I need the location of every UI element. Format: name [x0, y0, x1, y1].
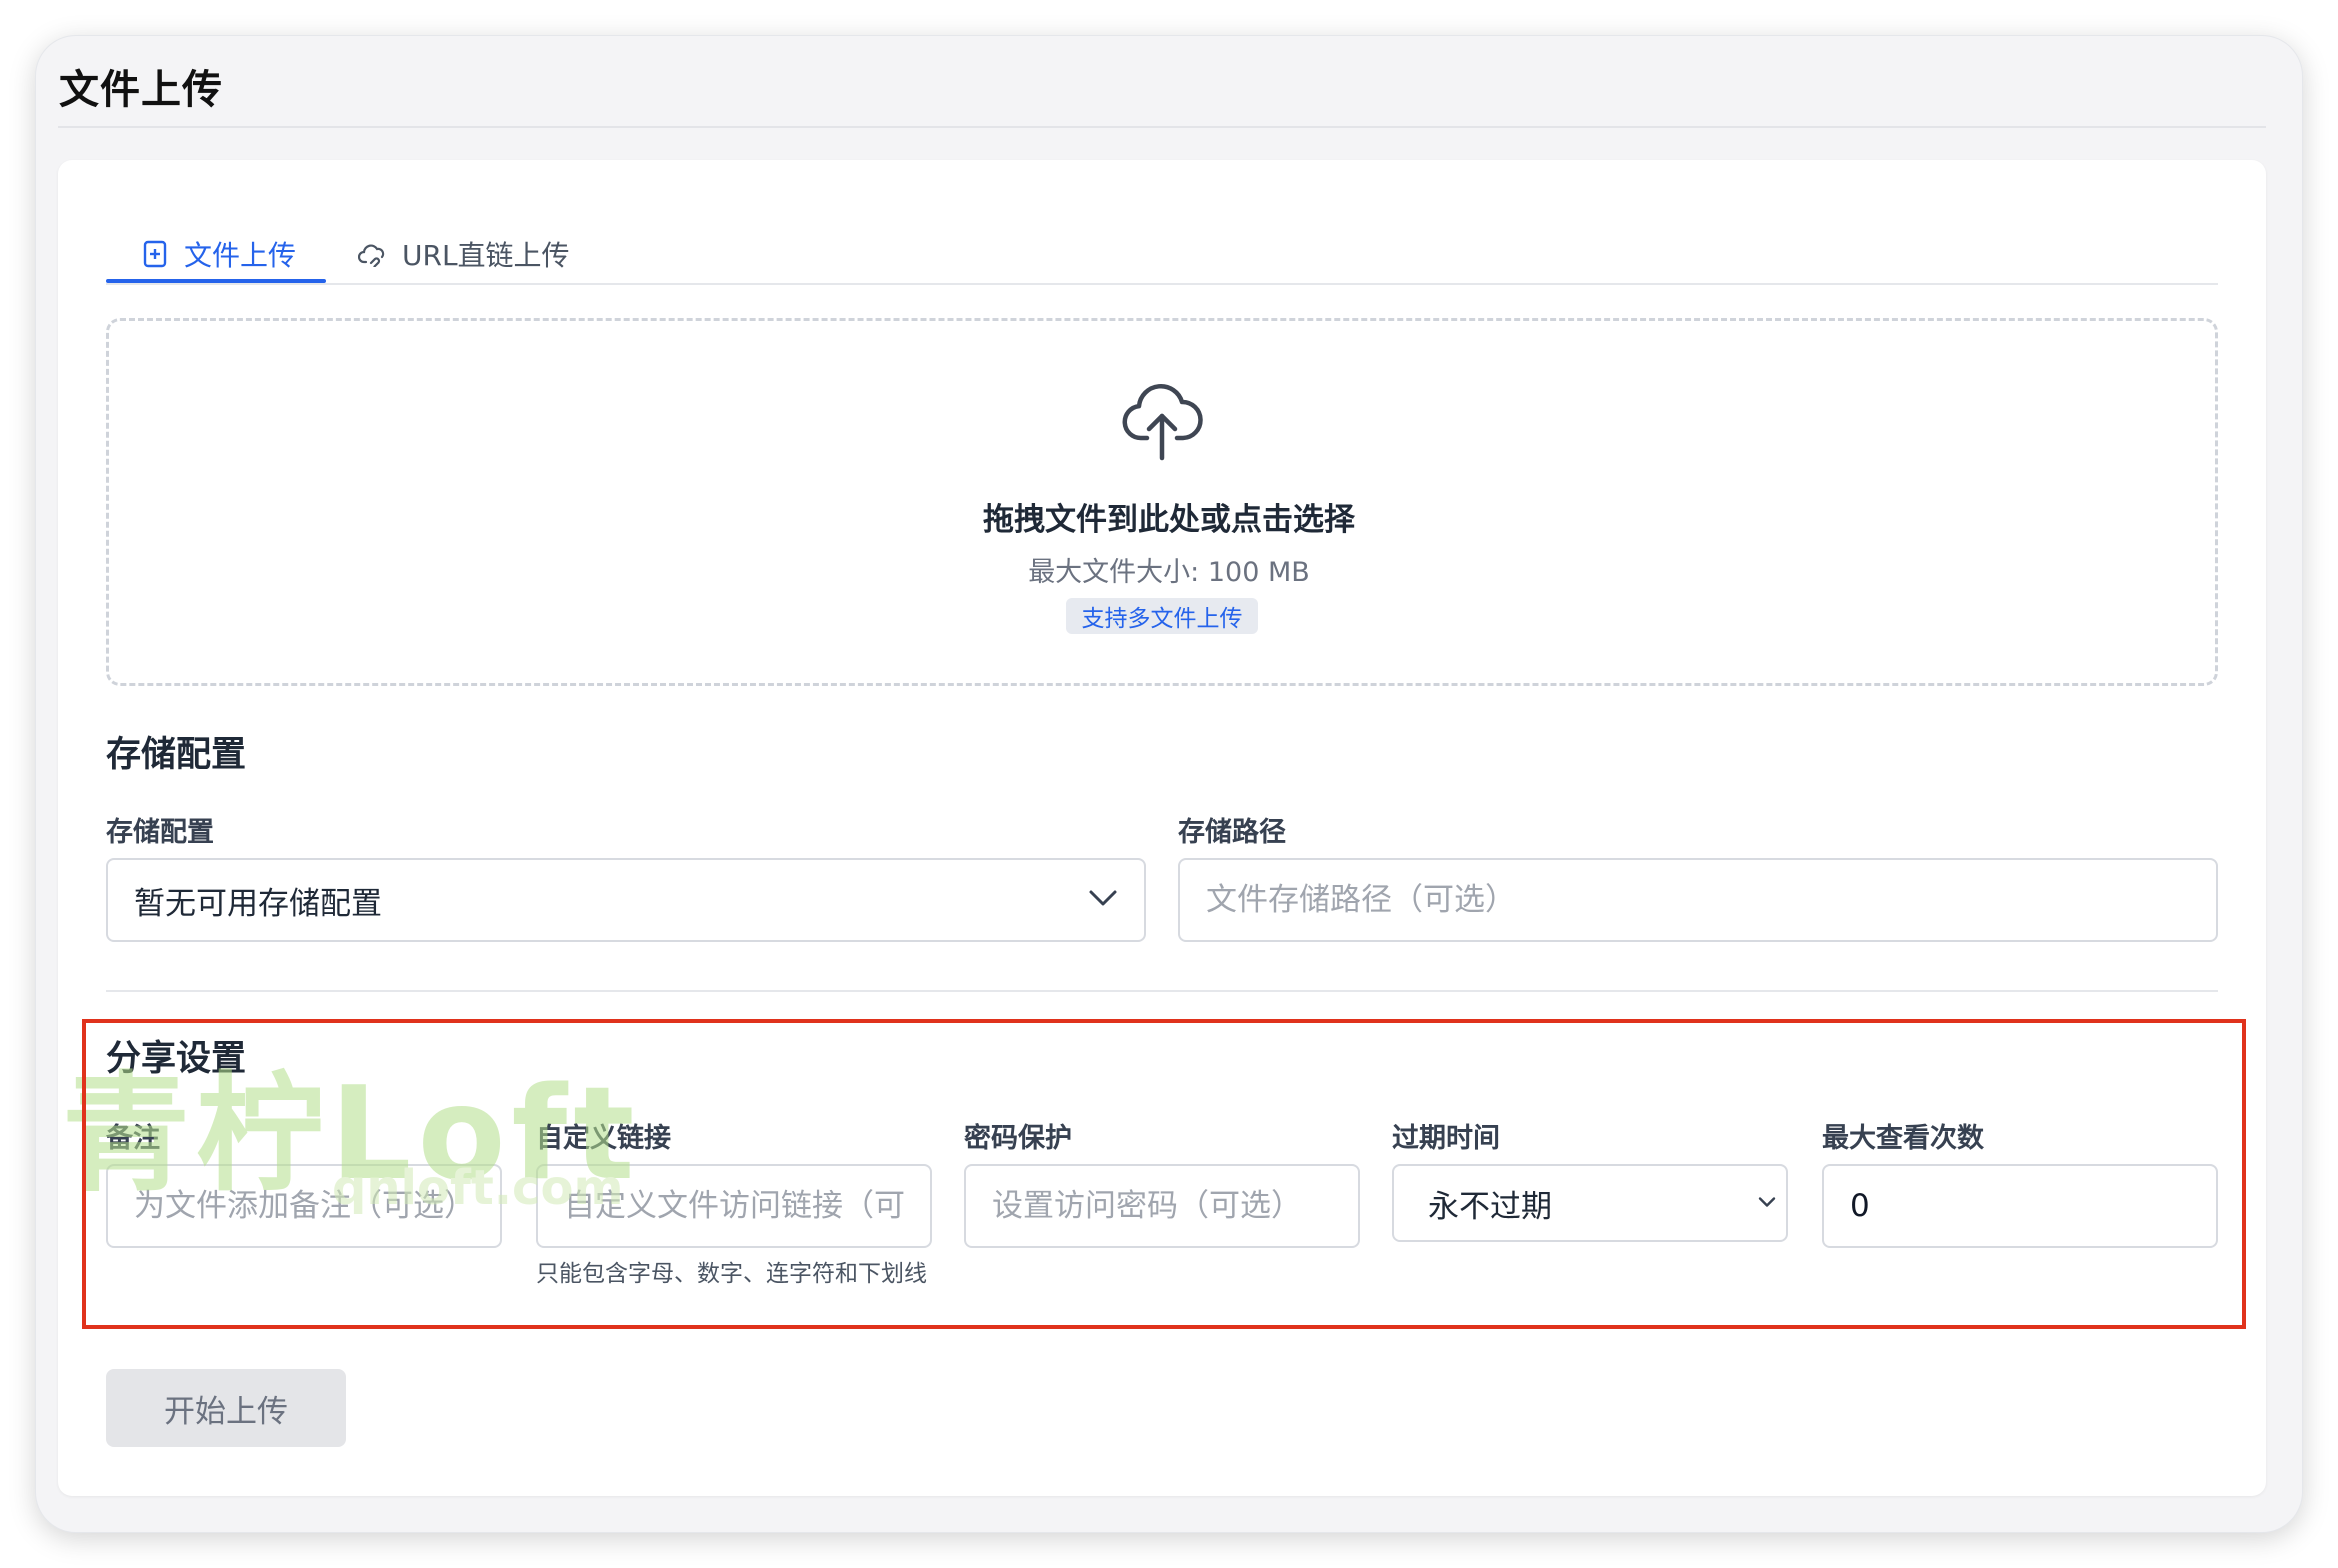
tab-label: 文件上传	[184, 239, 297, 272]
start-upload-button[interactable]: 开始上传	[106, 1369, 346, 1447]
tab-label: URL直链上传	[402, 239, 570, 272]
multi-file-badge: 支持多文件上传	[1066, 598, 1258, 634]
title-divider	[58, 126, 2266, 128]
storage-config-label: 存储配置	[106, 817, 214, 848]
storage-path-input[interactable]	[1178, 858, 2218, 942]
storage-path-label: 存储路径	[1178, 817, 1286, 848]
cloud-link-icon	[358, 239, 388, 269]
tabs-divider	[106, 283, 2218, 285]
active-tab-indicator	[106, 279, 326, 283]
tab-file-upload[interactable]: 文件上传	[140, 224, 296, 284]
dropzone-max-size: 最大文件大小: 100 MB	[1028, 557, 1310, 588]
section-divider	[106, 990, 2218, 992]
tab-url-upload[interactable]: URL直链上传	[358, 224, 570, 284]
highlight-annotation-box	[82, 1019, 2246, 1329]
storage-section-title: 存储配置	[106, 735, 247, 775]
cloud-upload-icon	[1121, 372, 1203, 462]
page-title: 文件上传	[59, 67, 223, 113]
file-plus-icon	[140, 239, 170, 269]
storage-config-value: 暂无可用存储配置	[134, 885, 382, 922]
chevron-down-icon	[1088, 889, 1118, 911]
dropzone-title: 拖拽文件到此处或点击选择	[983, 502, 1355, 538]
storage-config-select[interactable]: 暂无可用存储配置	[106, 858, 1146, 942]
